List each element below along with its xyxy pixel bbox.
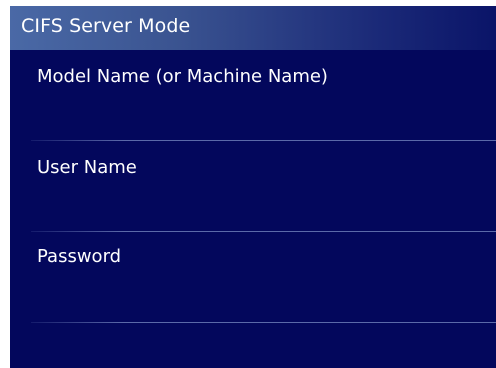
user-name-field[interactable]: User Name xyxy=(10,141,496,231)
password-field[interactable]: Password xyxy=(10,232,496,322)
user-name-label: User Name xyxy=(37,157,137,178)
header-bar: CIFS Server Mode xyxy=(10,6,496,50)
cifs-settings-screen: CIFS Server Mode Model Name (or Machine … xyxy=(10,6,496,368)
divider-password xyxy=(31,322,496,323)
model-name-field[interactable]: Model Name (or Machine Name) xyxy=(10,50,496,140)
page-title: CIFS Server Mode xyxy=(21,15,191,37)
password-label: Password xyxy=(37,246,122,267)
model-name-label: Model Name (or Machine Name) xyxy=(37,66,328,87)
